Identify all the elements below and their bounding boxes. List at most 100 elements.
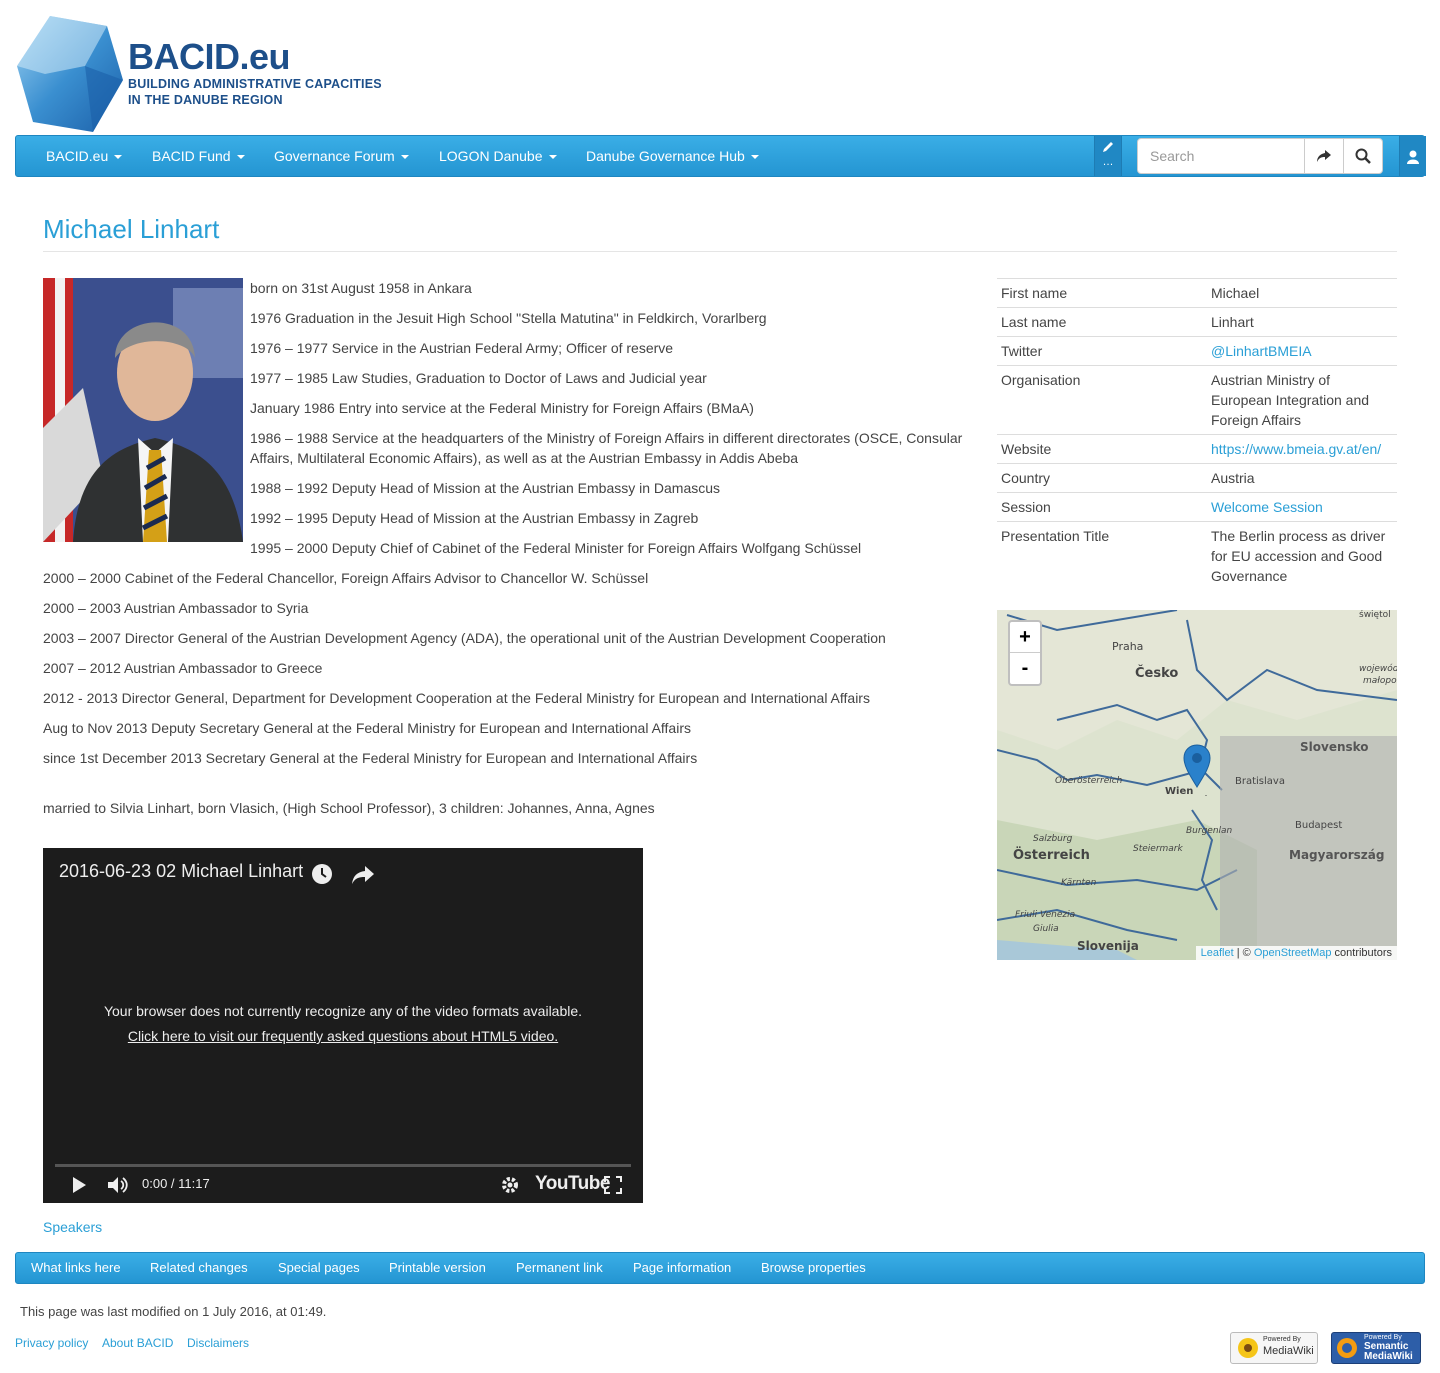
bio-line: 1976 – 1977 Service in the Austrian Fede… bbox=[250, 340, 674, 356]
settings-gear-icon[interactable] bbox=[500, 1175, 520, 1195]
bio-line: 2000 – 2003 Austrian Ambassador to Syria bbox=[43, 600, 309, 616]
watch-later-icon[interactable] bbox=[311, 863, 333, 885]
related-changes-link[interactable]: Related changes bbox=[150, 1253, 248, 1283]
edit-more-label: … bbox=[1102, 156, 1114, 168]
video-unsupported-message: Your browser does not currently recogniz… bbox=[103, 1003, 583, 1019]
nav-item-governance-forum[interactable]: Governance Forum bbox=[274, 136, 409, 176]
powered-by-semantic-mediawiki-badge[interactable]: Powered By Semantic MediaWiki bbox=[1331, 1332, 1421, 1364]
badge-mw-line2: MediaWiki bbox=[1263, 1345, 1314, 1357]
map-label: Salzburg bbox=[1033, 834, 1073, 844]
fullscreen-icon[interactable] bbox=[604, 1176, 622, 1194]
powered-by-mediawiki-badge[interactable]: Powered By MediaWiki bbox=[1230, 1332, 1318, 1364]
infobox-row: Country Austria bbox=[997, 463, 1397, 493]
country-label: Country bbox=[997, 463, 1207, 493]
youtube-logo[interactable]: YouTube bbox=[535, 1174, 610, 1194]
map-label: województ bbox=[1359, 664, 1397, 674]
bio-line: since 1st December 2013 Secretary Genera… bbox=[43, 750, 698, 766]
session-label: Session bbox=[997, 492, 1207, 522]
caret-down-icon bbox=[236, 155, 245, 160]
user-menu-button[interactable] bbox=[1399, 136, 1426, 176]
portrait-photo bbox=[43, 278, 243, 542]
caret-down-icon bbox=[750, 155, 759, 160]
zoom-in-button[interactable]: + bbox=[1010, 622, 1040, 652]
map-label: Magyarország bbox=[1289, 848, 1385, 862]
bio-line: 1995 – 2000 Deputy Chief of Cabinet of t… bbox=[250, 540, 862, 556]
first-name-value: Michael bbox=[1207, 278, 1397, 308]
map-label: Budapest bbox=[1295, 820, 1343, 831]
bio-line: 1988 – 1992 Deputy Head of Mission at th… bbox=[250, 480, 721, 496]
what-links-here-link[interactable]: What links here bbox=[31, 1253, 121, 1283]
location-map[interactable]: Praha Česko Slovensko Bratislava Wien Ob… bbox=[997, 610, 1397, 960]
share-icon[interactable] bbox=[351, 865, 375, 885]
bio-line: 2000 – 2000 Cabinet of the Federal Chanc… bbox=[43, 570, 649, 586]
map-attribution: Leaflet | © OpenStreetMap contributors bbox=[1195, 946, 1397, 960]
video-title[interactable]: 2016-06-23 02 Michael Linhart bbox=[59, 861, 303, 882]
portrait-image[interactable] bbox=[43, 278, 243, 542]
footer-toolbar: What links here Related changes Special … bbox=[15, 1252, 1425, 1284]
logo-hexagon-icon bbox=[17, 16, 123, 132]
bio-line: 2007 – 2012 Austrian Ambassador to Greec… bbox=[43, 660, 323, 676]
bio-line: 2012 - 2013 Director General, Department… bbox=[43, 690, 870, 706]
website-link[interactable]: https://www.bmeia.gv.at/en/ bbox=[1211, 441, 1381, 457]
website-label: Website bbox=[997, 434, 1207, 464]
map-marker-icon[interactable] bbox=[1183, 744, 1211, 788]
smw-flower-icon bbox=[1337, 1338, 1357, 1358]
leaflet-link[interactable]: Leaflet bbox=[1201, 947, 1234, 959]
map-label: Friuli Venezia bbox=[1015, 910, 1076, 920]
nav-item-danube-governance-hub[interactable]: Danube Governance Hub bbox=[586, 136, 759, 176]
search-input[interactable]: Search bbox=[1137, 138, 1305, 174]
about-link[interactable]: About BACID bbox=[102, 1336, 173, 1350]
bio-line: 1992 – 1995 Deputy Head of Mission at th… bbox=[250, 510, 699, 526]
osm-link[interactable]: OpenStreetMap bbox=[1254, 947, 1332, 959]
badge-smw-line3: MediaWiki bbox=[1364, 1351, 1413, 1362]
attribution-text: contributors bbox=[1331, 947, 1392, 959]
printable-version-link[interactable]: Printable version bbox=[389, 1253, 486, 1283]
presentation-title-label: Presentation Title bbox=[997, 521, 1207, 590]
badge-mw-line1: Powered By bbox=[1263, 1336, 1301, 1343]
browse-properties-link[interactable]: Browse properties bbox=[761, 1253, 866, 1283]
page-information-link[interactable]: Page information bbox=[633, 1253, 731, 1283]
html5-faq-link[interactable]: Click here to visit our frequently asked… bbox=[43, 1028, 643, 1044]
map-label: Bratislava bbox=[1235, 776, 1285, 787]
twitter-link[interactable]: @LinhartBMEIA bbox=[1211, 343, 1312, 359]
privacy-policy-link[interactable]: Privacy policy bbox=[15, 1336, 88, 1350]
infobox-row: Website https://www.bmeia.gv.at/en/ bbox=[997, 434, 1397, 464]
search-button[interactable] bbox=[1343, 138, 1383, 174]
user-icon bbox=[1407, 150, 1419, 165]
search-icon bbox=[1355, 148, 1371, 164]
organisation-label: Organisation bbox=[997, 365, 1207, 435]
map-label: małopolsk bbox=[1363, 676, 1397, 686]
play-icon[interactable] bbox=[71, 1176, 87, 1194]
zoom-out-button[interactable]: - bbox=[1010, 652, 1040, 683]
bio-line: born on 31st August 1958 in Ankara bbox=[250, 280, 472, 296]
page-title: Michael Linhart bbox=[43, 214, 220, 244]
video-player[interactable]: 2016-06-23 02 Michael Linhart Your brows… bbox=[43, 848, 643, 1203]
video-progress-bar[interactable] bbox=[55, 1164, 631, 1167]
caret-down-icon bbox=[400, 155, 409, 160]
nav-item-bacid[interactable]: BACID.eu bbox=[46, 136, 123, 176]
infobox-row: Presentation Title The Berlin process as … bbox=[997, 521, 1397, 590]
volume-icon[interactable] bbox=[107, 1175, 129, 1195]
edit-button[interactable]: … bbox=[1094, 136, 1122, 176]
infobox-row: Last name Linhart bbox=[997, 307, 1397, 337]
map-zoom-control: + - bbox=[1008, 620, 1042, 686]
video-time: 0:00 / 11:17 bbox=[142, 1176, 210, 1191]
infobox-row: Twitter @LinhartBMEIA bbox=[997, 336, 1397, 366]
caret-down-icon bbox=[114, 155, 123, 160]
map-label: Česko bbox=[1135, 666, 1179, 681]
country-value: Austria bbox=[1207, 463, 1397, 493]
bio-line: 1977 – 1985 Law Studies, Graduation to D… bbox=[250, 370, 707, 386]
logo-tagline-2: IN THE DANUBE REGION bbox=[128, 93, 283, 107]
bio-line: Aug to Nov 2013 Deputy Secretary General… bbox=[43, 720, 691, 736]
nav-item-logon-danube[interactable]: LOGON Danube bbox=[439, 136, 557, 176]
category-speakers-link[interactable]: Speakers bbox=[43, 1219, 102, 1235]
permanent-link[interactable]: Permanent link bbox=[516, 1253, 603, 1283]
go-button[interactable] bbox=[1304, 138, 1344, 174]
special-pages-link[interactable]: Special pages bbox=[278, 1253, 360, 1283]
session-link[interactable]: Welcome Session bbox=[1211, 499, 1323, 515]
site-logo[interactable]: BACID.eu BUILDING ADMINISTRATIVE CAPACIT… bbox=[15, 14, 385, 136]
nav-item-bacid-fund[interactable]: BACID Fund bbox=[152, 136, 245, 176]
disclaimers-link[interactable]: Disclaimers bbox=[187, 1336, 249, 1350]
last-name-value: Linhart bbox=[1207, 307, 1397, 337]
infobox-row: Session Welcome Session bbox=[997, 492, 1397, 522]
